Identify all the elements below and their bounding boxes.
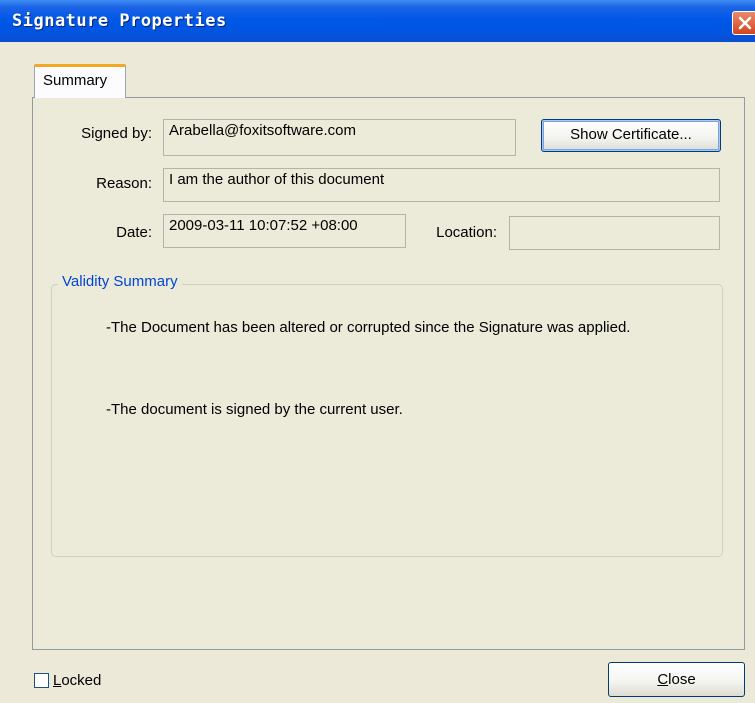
locked-checkbox[interactable] xyxy=(34,673,49,688)
location-field xyxy=(509,216,720,250)
location-label: Location: xyxy=(436,224,497,241)
close-button-label: Close xyxy=(657,671,696,688)
window-close-button[interactable] xyxy=(732,11,755,35)
validity-message-signer: -The document is signed by the current u… xyxy=(106,401,403,418)
tab-summary[interactable]: Summary xyxy=(34,64,126,98)
close-button[interactable]: Close xyxy=(608,662,745,697)
date-label: Date: xyxy=(116,224,152,241)
window-title: Signature Properties xyxy=(12,11,227,31)
show-certificate-button[interactable]: Show Certificate... xyxy=(541,119,721,152)
locked-label[interactable]: Locked xyxy=(53,672,101,689)
reason-label: Reason: xyxy=(96,175,152,192)
date-field: 2009-03-11 10:07:52 +08:00 xyxy=(163,214,406,248)
signed-by-label: Signed by: xyxy=(81,125,152,142)
tab-summary-label: Summary xyxy=(43,72,108,89)
validity-summary-legend: Validity Summary xyxy=(58,273,182,290)
reason-field: I am the author of this document xyxy=(163,168,720,202)
title-bar: Signature Properties xyxy=(0,0,755,42)
validity-message-altered: -The Document has been altered or corrup… xyxy=(106,319,631,336)
signed-by-field: Arabella@foxitsoftware.com xyxy=(163,119,516,156)
